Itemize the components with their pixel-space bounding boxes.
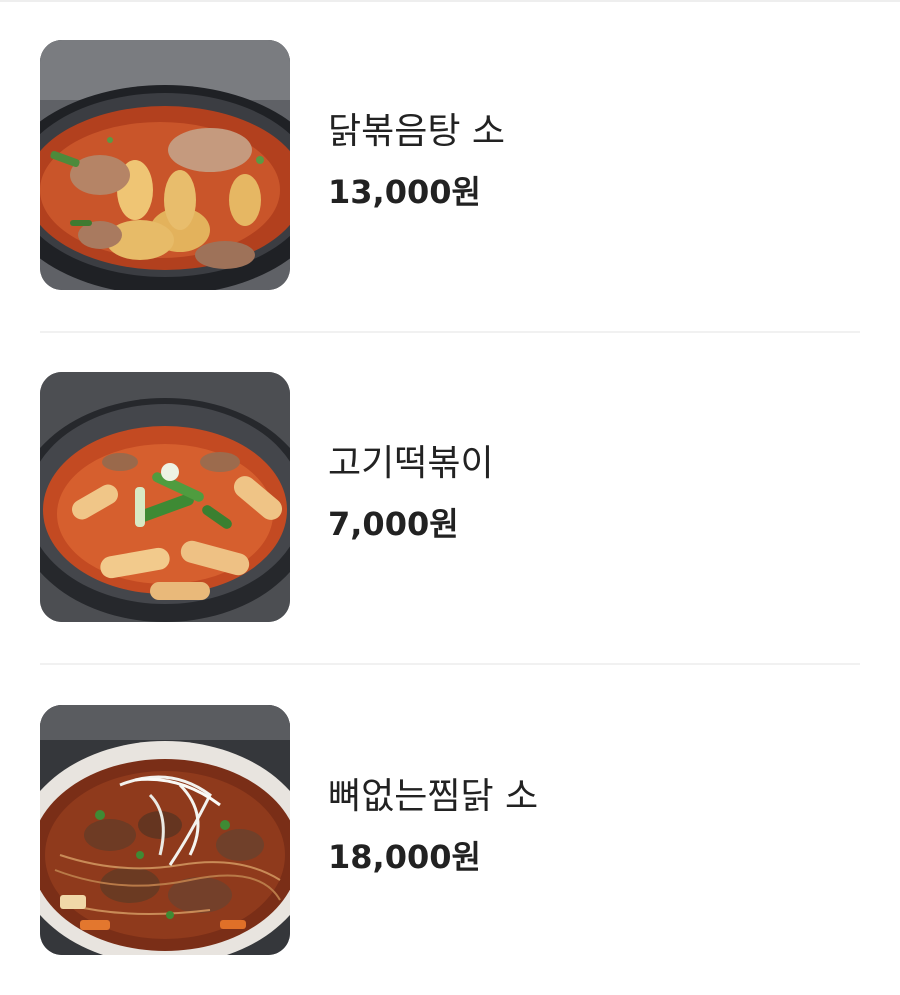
item-divider — [40, 331, 860, 333]
menu-item-price: 13,000원 — [328, 173, 481, 211]
menu-item-price: 18,000원 — [328, 838, 481, 876]
boneless-jjimdak-photo-icon[interactable] — [40, 705, 290, 955]
menu-item-name: 고기떡볶이 — [328, 443, 494, 484]
menu-item-price: 7,000원 — [328, 505, 459, 543]
menu-item-info: 고기떡볶이 7,000원 — [328, 442, 848, 544]
item-divider — [40, 663, 860, 665]
gogi-tteokbokki-photo-icon[interactable] — [40, 372, 290, 622]
top-divider — [0, 0, 900, 2]
dakbokkeumtang-photo-icon[interactable] — [40, 40, 290, 290]
menu-item-boneless-jjimdak[interactable]: 뼈없는찜닭 소 18,000원 — [40, 705, 860, 957]
menu-item-info: 뼈없는찜닭 소 18,000원 — [328, 775, 848, 877]
menu-item-dakbokkeumtang[interactable]: 닭볶음탕 소 13,000원 — [40, 40, 860, 292]
menu-item-info: 닭볶음탕 소 13,000원 — [328, 110, 848, 212]
menu-item-name: 닭볶음탕 소 — [328, 111, 506, 152]
menu-item-name: 뼈없는찜닭 소 — [328, 776, 539, 817]
menu-item-gogi-tteokbokki[interactable]: 고기떡볶이 7,000원 — [40, 372, 860, 624]
